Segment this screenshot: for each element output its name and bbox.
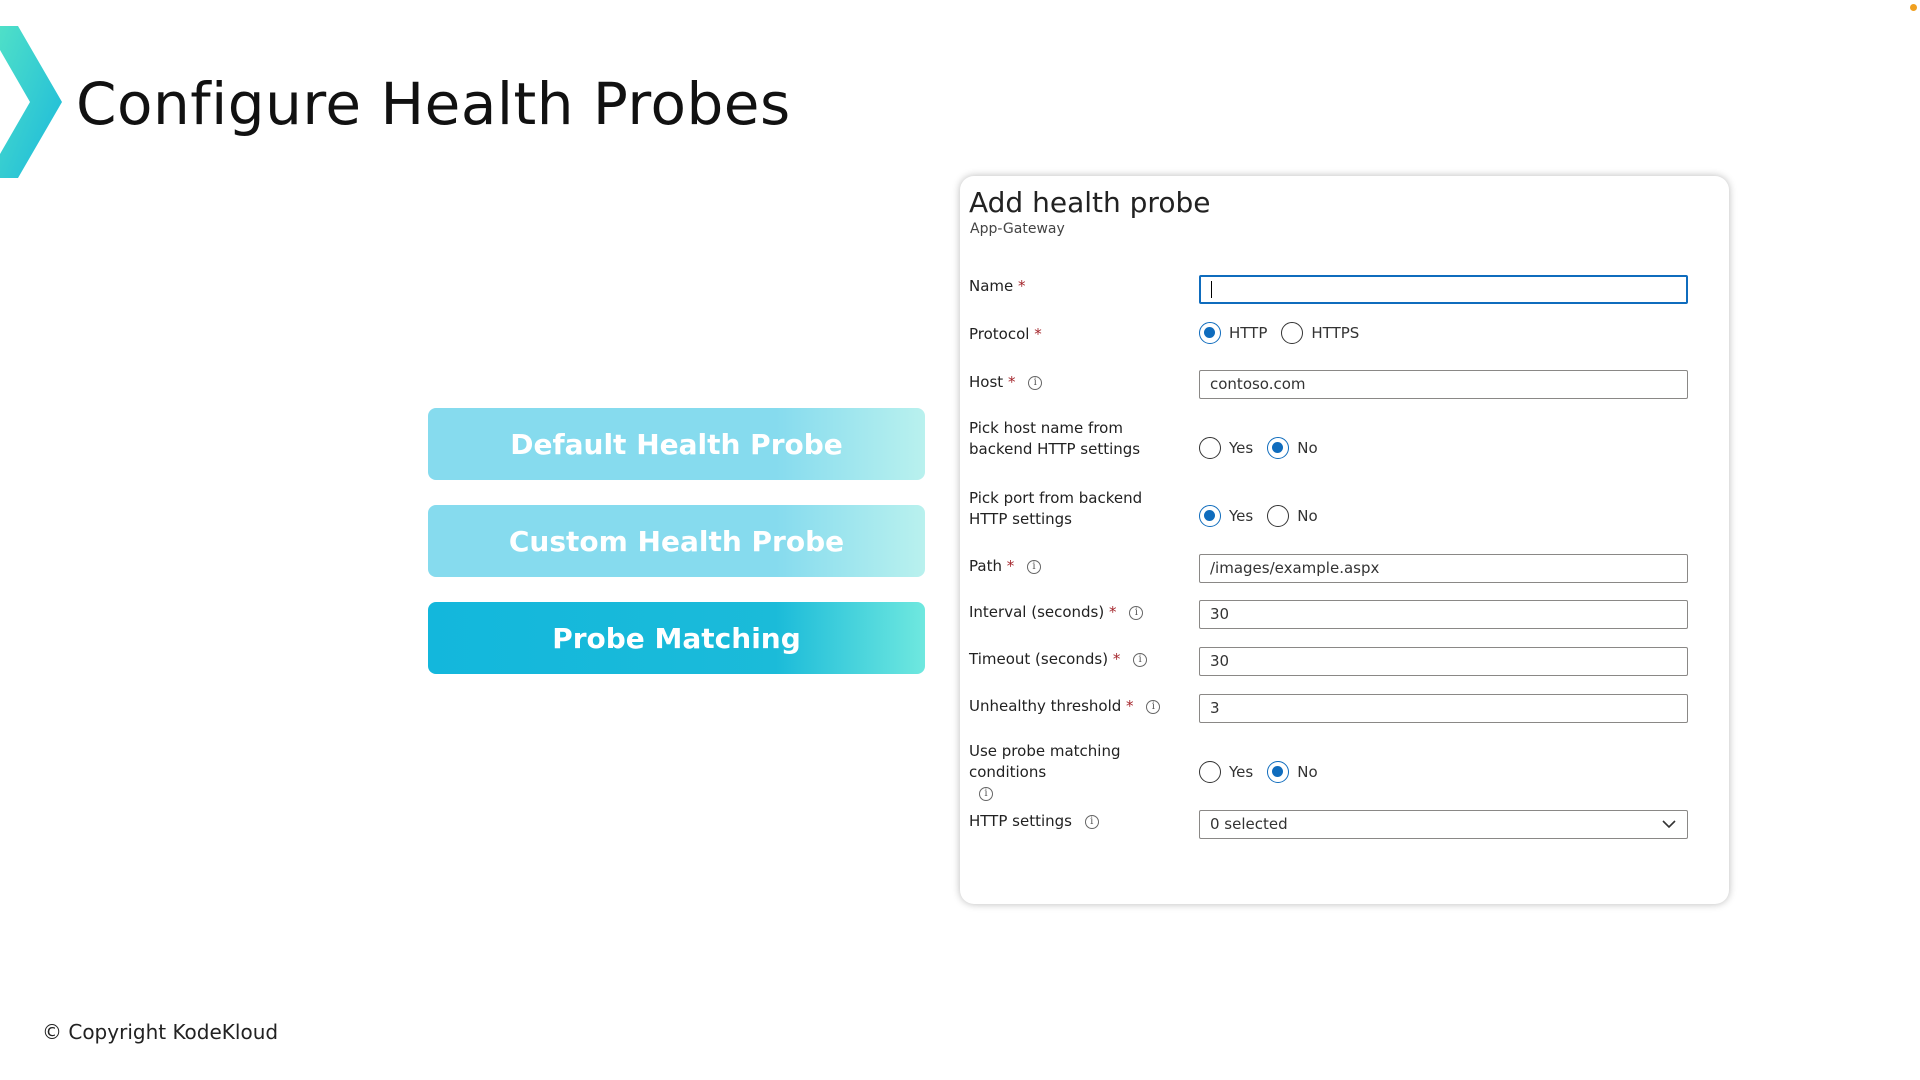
slide: Configure Health Probes Default Health P… (0, 0, 1920, 1080)
name-input[interactable] (1199, 275, 1688, 304)
http-settings-dropdown[interactable]: 0 selected (1199, 810, 1688, 839)
required-marker: * (1126, 697, 1134, 715)
pick-host-radio-group: Yes No (1199, 436, 1318, 460)
corner-dot (1910, 4, 1917, 11)
add-health-probe-panel: Add health probe App-Gateway Name * Prot… (960, 176, 1729, 904)
host-label: Host * i (969, 372, 1184, 393)
info-icon[interactable]: i (1028, 375, 1043, 390)
panel-subtitle: App-Gateway (970, 221, 1065, 237)
unhealthy-threshold-input[interactable]: 3 (1199, 694, 1688, 723)
chevron-down-icon (1662, 820, 1676, 829)
required-marker: * (1109, 603, 1117, 621)
info-icon[interactable]: i (979, 786, 993, 801)
pick-host-no-option[interactable]: No (1267, 437, 1318, 459)
info-icon[interactable]: i (1084, 814, 1099, 829)
topic-default-health-probe[interactable]: Default Health Probe (428, 408, 925, 480)
info-icon[interactable]: i (1027, 559, 1042, 574)
radio-unchecked[interactable] (1199, 437, 1221, 459)
text-cursor (1211, 281, 1212, 298)
required-marker: * (1034, 325, 1042, 343)
probe-matching-yes-option[interactable]: Yes (1199, 761, 1253, 783)
info-icon[interactable]: i (1133, 652, 1148, 667)
protocol-label: Protocol * (969, 325, 1042, 343)
radio-checked[interactable] (1199, 505, 1221, 527)
panel-title: Add health probe (969, 186, 1211, 219)
host-input[interactable]: contoso.com (1199, 370, 1688, 399)
kodekloud-chevron-logo (0, 26, 62, 178)
required-marker: * (1007, 373, 1016, 391)
probe-matching-label: Use probe matching conditions i (969, 742, 1121, 801)
pick-port-no-option[interactable]: No (1267, 505, 1318, 527)
topic-custom-health-probe[interactable]: Custom Health Probe (428, 505, 925, 577)
probe-matching-radio-group: Yes No (1199, 760, 1318, 784)
protocol-http-option[interactable]: HTTP (1199, 322, 1267, 344)
interval-input[interactable]: 30 (1199, 600, 1688, 629)
radio-checked[interactable] (1199, 322, 1221, 344)
unhealthy-threshold-label: Unhealthy threshold * i (969, 696, 1184, 717)
required-marker: * (1018, 277, 1026, 295)
path-input[interactable]: /images/example.aspx (1199, 554, 1688, 583)
radio-checked[interactable] (1267, 437, 1290, 459)
pick-port-yes-option[interactable]: Yes (1199, 505, 1253, 527)
timeout-input[interactable]: 30 (1199, 647, 1688, 676)
protocol-https-option[interactable]: HTTPS (1281, 322, 1359, 344)
required-marker: * (1006, 557, 1015, 575)
slide-title: Configure Health Probes (76, 70, 791, 138)
interval-label: Interval (seconds) * i (969, 602, 1184, 623)
required-marker: * (1112, 650, 1121, 668)
radio-unchecked[interactable] (1199, 761, 1221, 783)
radio-unchecked[interactable] (1267, 505, 1290, 527)
radio-unchecked[interactable] (1281, 322, 1304, 344)
name-label: Name * (969, 277, 1026, 295)
copyright-footer: © Copyright KodeKloud (42, 1020, 279, 1044)
info-icon[interactable]: i (1146, 699, 1161, 714)
probe-matching-no-option[interactable]: No (1267, 761, 1318, 783)
pick-host-yes-option[interactable]: Yes (1199, 437, 1253, 459)
protocol-radio-group: HTTP HTTPS (1199, 321, 1359, 345)
pick-port-label: Pick port from backend HTTP settings (969, 489, 1143, 528)
pick-port-radio-group: Yes No (1199, 504, 1318, 528)
info-icon[interactable]: i (1129, 605, 1144, 620)
topic-probe-matching[interactable]: Probe Matching (428, 602, 925, 674)
radio-checked[interactable] (1267, 761, 1290, 783)
path-label: Path * i (969, 556, 1184, 577)
pick-host-label: Pick host name from backend HTTP setting… (969, 419, 1141, 458)
timeout-label: Timeout (seconds) * i (969, 649, 1184, 670)
http-settings-label: HTTP settings i (969, 811, 1184, 832)
